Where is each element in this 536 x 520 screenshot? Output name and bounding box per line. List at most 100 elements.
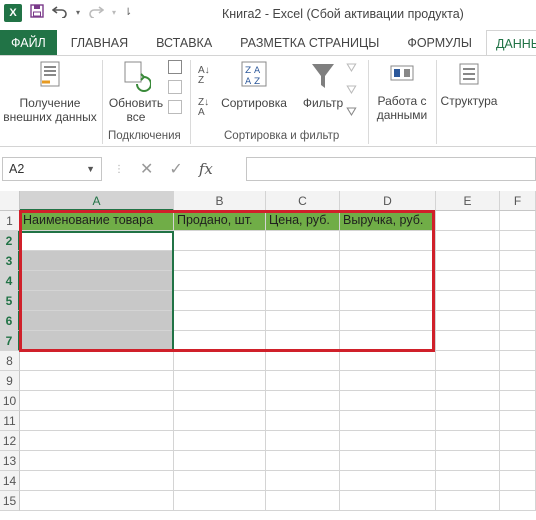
row-header[interactable]: 13: [0, 451, 20, 471]
cell-d1[interactable]: Выручка, руб.: [340, 211, 436, 231]
name-box[interactable]: A2 ▼: [2, 157, 102, 181]
cell-a12[interactable]: [20, 431, 174, 451]
worksheet-grid[interactable]: A B C D E F 1 2 3 4 5 6 7 8 9 10 11 12 1…: [0, 191, 536, 520]
row-header[interactable]: 7: [0, 331, 20, 351]
cell-e1[interactable]: [436, 211, 500, 231]
cell-d6[interactable]: [340, 311, 436, 331]
row-header[interactable]: 4: [0, 271, 20, 291]
column-header-a[interactable]: A: [20, 191, 174, 211]
tab-insert[interactable]: ВСТАВКА: [142, 30, 226, 56]
advanced-filter-icon[interactable]: ⛛: [346, 104, 364, 120]
column-header-f[interactable]: F: [500, 191, 536, 211]
cell-a15[interactable]: [20, 491, 174, 511]
outline-button[interactable]: Структура: [438, 60, 500, 108]
customize-toolbar-icon[interactable]: ⇂: [124, 4, 132, 22]
cancel-icon[interactable]: ✕: [140, 159, 153, 179]
cell-f4[interactable]: [500, 271, 536, 291]
cell-e11[interactable]: [436, 411, 500, 431]
tab-home[interactable]: ГЛАВНАЯ: [57, 30, 142, 56]
cell-a7[interactable]: [20, 331, 174, 351]
cell-f6[interactable]: [500, 311, 536, 331]
cell-a5[interactable]: [20, 291, 174, 311]
cell-c14[interactable]: [266, 471, 340, 491]
cell-a10[interactable]: [20, 391, 174, 411]
cell-f2[interactable]: [500, 231, 536, 251]
enter-icon[interactable]: ✓: [169, 159, 182, 179]
tab-file[interactable]: ФАЙЛ: [0, 30, 57, 56]
row-header[interactable]: 14: [0, 471, 20, 491]
cell-f15[interactable]: [500, 491, 536, 511]
clear-filter-icon[interactable]: ⛛: [346, 60, 364, 76]
cell-c7[interactable]: [266, 331, 340, 351]
cell-c3[interactable]: [266, 251, 340, 271]
cell-b10[interactable]: [174, 391, 266, 411]
tab-page-layout[interactable]: РАЗМЕТКА СТРАНИЦЫ: [226, 30, 393, 56]
cell-b7[interactable]: [174, 331, 266, 351]
cell-d11[interactable]: [340, 411, 436, 431]
cell-e6[interactable]: [436, 311, 500, 331]
save-icon[interactable]: [30, 4, 44, 22]
name-box-dropdown-icon[interactable]: ▼: [86, 158, 95, 180]
cell-b13[interactable]: [174, 451, 266, 471]
cell-b15[interactable]: [174, 491, 266, 511]
filter-button[interactable]: Фильтр: [296, 60, 350, 110]
cell-f11[interactable]: [500, 411, 536, 431]
cell-e3[interactable]: [436, 251, 500, 271]
row-header[interactable]: 15: [0, 491, 20, 511]
cell-d14[interactable]: [340, 471, 436, 491]
cell-b14[interactable]: [174, 471, 266, 491]
cell-d10[interactable]: [340, 391, 436, 411]
data-tools-button[interactable]: Работа с данными: [370, 60, 434, 122]
cell-f13[interactable]: [500, 451, 536, 471]
cell-f3[interactable]: [500, 251, 536, 271]
sort-za-button[interactable]: Z↓ A: [198, 98, 209, 118]
column-header-c[interactable]: C: [266, 191, 340, 211]
cell-b5[interactable]: [174, 291, 266, 311]
column-header-e[interactable]: E: [436, 191, 500, 211]
cell-d5[interactable]: [340, 291, 436, 311]
cell-e10[interactable]: [436, 391, 500, 411]
cell-c5[interactable]: [266, 291, 340, 311]
cell-c13[interactable]: [266, 451, 340, 471]
cell-e7[interactable]: [436, 331, 500, 351]
row-header[interactable]: 2: [0, 231, 20, 251]
column-header-d[interactable]: D: [340, 191, 436, 211]
cell-a13[interactable]: [20, 451, 174, 471]
cell-d8[interactable]: [340, 351, 436, 371]
formula-input[interactable]: [246, 157, 536, 181]
cell-b4[interactable]: [174, 271, 266, 291]
cell-b3[interactable]: [174, 251, 266, 271]
cell-b9[interactable]: [174, 371, 266, 391]
row-header[interactable]: 1: [0, 211, 20, 231]
connections-icon[interactable]: [168, 60, 182, 74]
cell-e5[interactable]: [436, 291, 500, 311]
cell-f10[interactable]: [500, 391, 536, 411]
cell-f8[interactable]: [500, 351, 536, 371]
undo-icon[interactable]: [51, 4, 68, 22]
redo-dropdown-icon[interactable]: ▾: [112, 4, 116, 22]
cell-c1[interactable]: Цена, руб.: [266, 211, 340, 231]
cell-c10[interactable]: [266, 391, 340, 411]
cell-d3[interactable]: [340, 251, 436, 271]
column-header-b[interactable]: B: [174, 191, 266, 211]
cell-a9[interactable]: [20, 371, 174, 391]
undo-dropdown-icon[interactable]: ▾: [76, 4, 80, 22]
cell-d13[interactable]: [340, 451, 436, 471]
edit-links-icon[interactable]: [168, 100, 182, 114]
redo-icon[interactable]: [88, 4, 105, 22]
cell-c15[interactable]: [266, 491, 340, 511]
cell-e9[interactable]: [436, 371, 500, 391]
cell-b8[interactable]: [174, 351, 266, 371]
cell-a11[interactable]: [20, 411, 174, 431]
row-header[interactable]: 11: [0, 411, 20, 431]
cell-c2[interactable]: [266, 231, 340, 251]
cell-a8[interactable]: [20, 351, 174, 371]
refresh-all-button[interactable]: Обновить все: [104, 60, 168, 124]
cell-c11[interactable]: [266, 411, 340, 431]
cell-d9[interactable]: [340, 371, 436, 391]
cell-d15[interactable]: [340, 491, 436, 511]
cell-f12[interactable]: [500, 431, 536, 451]
cell-b11[interactable]: [174, 411, 266, 431]
cell-c9[interactable]: [266, 371, 340, 391]
row-header[interactable]: 5: [0, 291, 20, 311]
